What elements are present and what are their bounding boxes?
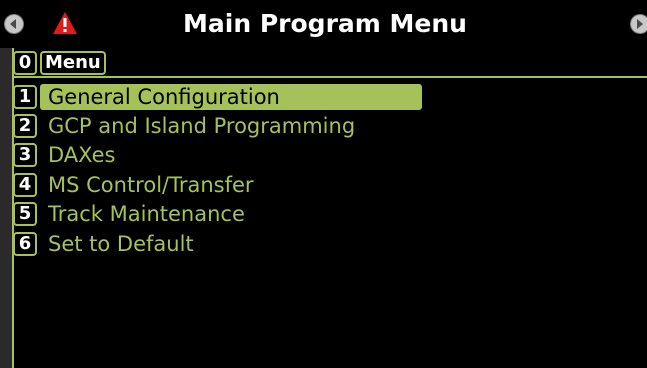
menu-item-gcp-island-programming[interactable]: 2 GCP and Island Programming xyxy=(13,111,647,140)
menu-button[interactable]: Menu xyxy=(40,51,106,75)
menu-item-label[interactable]: General Configuration xyxy=(40,83,422,110)
nav-right-arrow-icon[interactable] xyxy=(630,14,647,34)
menu-item-key[interactable]: 1 xyxy=(13,84,37,109)
menu-item-ms-control-transfer[interactable]: 4 MS Control/Transfer xyxy=(13,170,647,199)
menu-item-label[interactable]: Track Maintenance xyxy=(44,201,249,227)
nav-left-arrow-icon[interactable] xyxy=(4,14,24,34)
menu-item-key[interactable]: 3 xyxy=(13,143,37,168)
menu-item-label[interactable]: GCP and Island Programming xyxy=(44,113,359,139)
header-divider xyxy=(13,76,647,78)
left-bezel xyxy=(0,0,12,368)
menu-item-key[interactable]: 6 xyxy=(13,231,37,256)
menu-item-label[interactable]: Set to Default xyxy=(44,231,198,257)
menu-header: 0 Menu xyxy=(13,50,106,76)
main-program-menu-screen: Main Program Menu 0 Menu 1 General Confi… xyxy=(0,0,647,368)
menu-key-0[interactable]: 0 xyxy=(13,51,37,75)
menu-item-general-configuration[interactable]: 1 General Configuration xyxy=(13,82,647,111)
menu-item-track-maintenance[interactable]: 5 Track Maintenance xyxy=(13,200,647,229)
menu-item-key[interactable]: 4 xyxy=(13,172,37,197)
menu-item-daxes[interactable]: 3 DAXes xyxy=(13,141,647,170)
menu-item-key[interactable]: 2 xyxy=(13,114,37,139)
title-bar: Main Program Menu xyxy=(0,0,647,48)
menu-item-label[interactable]: MS Control/Transfer xyxy=(44,172,258,198)
alarm-warning-icon xyxy=(52,11,78,35)
page-title: Main Program Menu xyxy=(183,9,467,38)
menu-item-label[interactable]: DAXes xyxy=(44,142,119,168)
menu-list: 1 General Configuration 2 GCP and Island… xyxy=(13,82,647,258)
menu-item-key[interactable]: 5 xyxy=(13,202,37,227)
menu-item-set-to-default[interactable]: 6 Set to Default xyxy=(13,229,647,258)
